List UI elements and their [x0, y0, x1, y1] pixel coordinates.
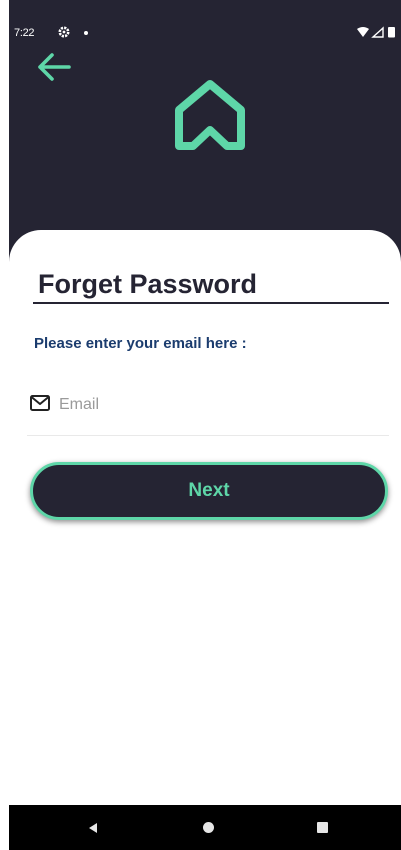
screen: 7:22 Forget Password Please enter your e…	[9, 0, 401, 850]
cellular-signal-icon	[371, 26, 384, 38]
status-time: 7:22	[14, 27, 35, 39]
battery-icon	[388, 27, 395, 38]
recents-square-icon[interactable]	[317, 822, 328, 833]
wifi-icon	[357, 27, 369, 37]
home-outline-icon	[175, 80, 245, 150]
system-nav-bar	[9, 805, 401, 850]
email-input[interactable]	[59, 392, 379, 418]
email-field-underline	[27, 435, 389, 436]
back-triangle-icon[interactable]	[87, 822, 99, 834]
notification-dot-icon	[84, 31, 88, 35]
email-prompt-label: Please enter your email here :	[34, 335, 247, 352]
page-title: Forget Password	[38, 269, 258, 299]
status-icons	[357, 26, 395, 38]
mail-icon	[30, 395, 50, 411]
next-button[interactable]: Next	[30, 462, 388, 520]
settings-gear-icon	[58, 26, 70, 38]
home-circle-icon[interactable]	[203, 822, 214, 833]
status-bar: 7:22	[9, 18, 401, 42]
title-underline	[33, 302, 389, 304]
arrow-left-icon[interactable]	[35, 50, 73, 84]
